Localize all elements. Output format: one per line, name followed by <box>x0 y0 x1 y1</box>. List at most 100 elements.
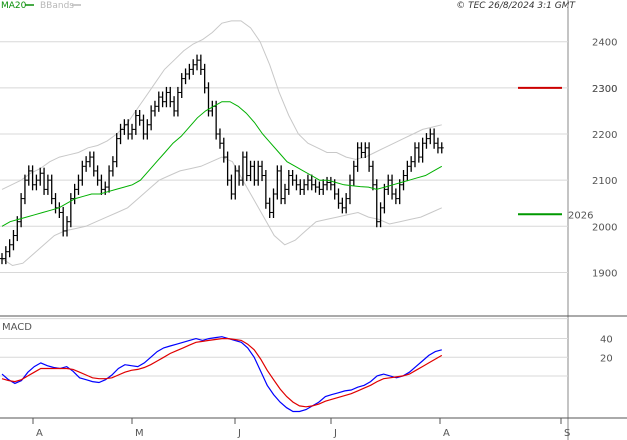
ohlc-bar <box>305 174 310 191</box>
ohlc-bar <box>355 142 360 172</box>
stock-chart: MA20 BBands © TEC 26/8/2024 3:1 GMT 1900… <box>0 0 627 440</box>
ma20-line <box>1 101 443 227</box>
ohlc-bar <box>91 151 96 177</box>
macd-series-signal <box>1 338 443 408</box>
legend-ma20: MA20 <box>1 1 27 11</box>
x-tick-label: S <box>564 428 570 439</box>
ohlc-bar <box>130 123 135 140</box>
x-axis: AMJJAS <box>0 417 627 439</box>
ohlc-bar <box>359 142 364 158</box>
level-label: 2300 <box>592 84 617 95</box>
ohlc-bar <box>34 174 39 191</box>
ohlc-bar <box>420 137 425 163</box>
price-tick-label: 2400 <box>592 38 617 49</box>
x-tick-label: A <box>36 428 43 439</box>
ohlc-bar <box>95 165 100 186</box>
ohlc-bar <box>325 176 330 191</box>
ohlc-bar <box>198 54 203 75</box>
ohlc-bar <box>344 193 349 214</box>
ohlc-bar <box>263 170 268 209</box>
ohlc-bar <box>160 91 165 108</box>
ohlc-bar <box>393 188 398 205</box>
ohlc-bar <box>149 105 154 131</box>
ohlc-bar <box>374 179 379 228</box>
ohlc-bar <box>107 165 112 193</box>
ohlc-bar <box>317 181 322 195</box>
ohlc-bar <box>409 156 414 172</box>
ohlc-bar <box>114 133 119 168</box>
price-tick-label: 2200 <box>592 130 617 141</box>
ohlc-bar <box>378 202 383 228</box>
x-tick-label: J <box>333 428 337 439</box>
ohlc-bar <box>22 174 27 205</box>
ohlc-bar <box>38 167 43 186</box>
ohlc-bar <box>179 73 184 98</box>
ohlc-bar <box>19 193 24 228</box>
ohlc-bar <box>126 119 131 140</box>
ohlc-bar <box>30 165 35 191</box>
ohlc-bar <box>286 170 291 195</box>
ohlc-bar <box>386 174 391 195</box>
macd-series-macd <box>1 336 442 413</box>
price-panel: 19002000210022002300240023002026 <box>0 0 627 440</box>
price-tick-label: 2000 <box>592 222 617 233</box>
ohlc-bar <box>363 142 368 158</box>
ohlc-bar <box>183 68 188 85</box>
ohlc-bar <box>233 165 238 200</box>
ohlc-bar <box>195 54 200 71</box>
macd-tick-label: 40 <box>600 335 613 346</box>
ohlc-bar <box>271 188 276 218</box>
ohlc-bar <box>279 165 284 205</box>
ohlc-bar <box>42 167 47 195</box>
ohlc-bar <box>110 156 115 177</box>
ohlc-bar <box>172 96 177 117</box>
ohlc-bar <box>275 165 280 200</box>
ohlc-bar <box>347 174 352 205</box>
ohlc-bar <box>256 160 261 186</box>
ohlc-bar <box>424 133 429 149</box>
ohlc-bar <box>187 63 192 80</box>
bollinger-lower-band <box>1 156 443 267</box>
ohlc-bar <box>370 160 375 191</box>
price-tick-label: 1900 <box>592 268 617 279</box>
ohlc-bar <box>260 160 265 182</box>
macd-tick-label: 20 <box>600 353 613 364</box>
ohlc-bar <box>137 110 142 126</box>
ohlc-bar <box>45 174 50 195</box>
ohlc-bar <box>405 160 410 182</box>
ohlc-bar <box>80 160 85 186</box>
ohlc-bar <box>57 202 62 218</box>
x-tick-label: J <box>237 428 241 439</box>
ohlc-bar <box>99 174 104 195</box>
ohlc-bar <box>313 179 318 193</box>
level-label: 2026 <box>568 210 593 221</box>
ohlc-bar <box>141 114 146 140</box>
ohlc-bar <box>156 91 161 112</box>
ohlc-bar <box>11 230 16 251</box>
ohlc-bar <box>72 183 77 205</box>
ohlc-bar <box>217 128 222 149</box>
ohlc-bar <box>53 193 58 214</box>
ohlc-bar <box>49 174 54 205</box>
ohlc-bar <box>367 142 372 172</box>
ohlc-bar <box>152 100 157 117</box>
ohlc-bar <box>298 179 303 195</box>
ohlc-bar <box>290 170 295 186</box>
ohlc-bar <box>202 63 207 94</box>
ohlc-bar <box>267 197 272 218</box>
ohlc-bar <box>282 183 287 205</box>
ohlc-bar <box>435 137 440 154</box>
ohlc-bar <box>382 183 387 214</box>
ohlc-bar <box>302 179 307 195</box>
legend-bbands: BBands <box>40 1 74 11</box>
ohlc-bar <box>321 179 326 195</box>
ohlc-bar <box>229 174 234 200</box>
ohlc-bar <box>175 86 180 117</box>
ohlc-bar <box>336 188 341 209</box>
ohlc-bar <box>164 86 169 108</box>
ohlc-bar <box>412 142 417 168</box>
ohlc-bar <box>76 174 81 195</box>
ohlc-bar <box>390 174 395 200</box>
ohlc-bar <box>168 86 173 108</box>
copyright: © TEC 26/8/2024 3:1 GMT <box>456 1 576 11</box>
